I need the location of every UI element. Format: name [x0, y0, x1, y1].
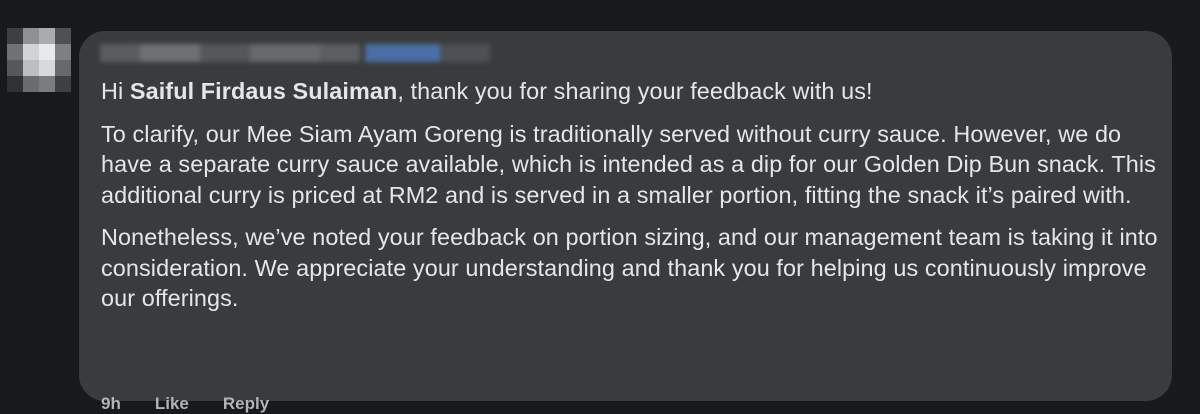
like-button[interactable]: Like [155, 394, 189, 414]
greeting-suffix: , thank you for sharing your feedback wi… [397, 78, 873, 104]
comment-paragraph-feedback: Nonetheless, we’ve noted your feedback o… [101, 224, 1158, 311]
comment-timestamp[interactable]: 9h [101, 394, 121, 414]
mention-link[interactable]: Saiful Firdaus Sulaiman [130, 78, 397, 104]
greeting-prefix: Hi [101, 78, 130, 104]
comment-greeting: Hi Saiful Firdaus Sulaiman, thank you fo… [101, 76, 1161, 107]
comment-paragraph-clarify: To clarify, our Mee Siam Ayam Goreng is … [101, 120, 1156, 208]
comment-body: Hi Saiful Firdaus Sulaiman, thank you fo… [101, 76, 1161, 326]
commenter-name-blurred[interactable] [100, 40, 490, 66]
comment-actions: 9h Like Reply [101, 394, 269, 414]
reply-button[interactable]: Reply [223, 394, 269, 414]
avatar-blurred[interactable] [7, 28, 71, 92]
